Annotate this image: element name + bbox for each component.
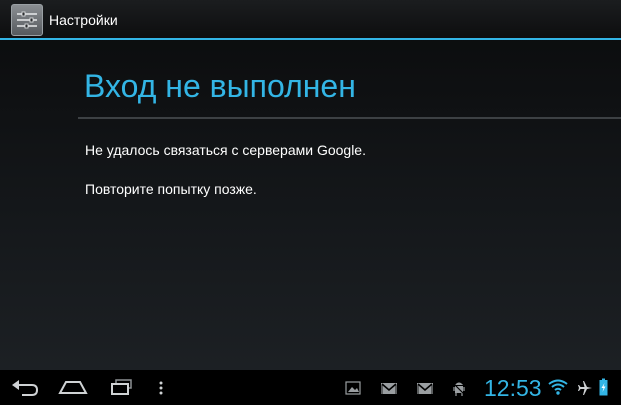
airplane-icon[interactable] xyxy=(577,380,593,396)
status-clock[interactable]: 12:53 xyxy=(484,374,542,402)
menu-icon[interactable] xyxy=(157,380,165,396)
gmail-icon[interactable] xyxy=(416,382,434,395)
battery-icon[interactable] xyxy=(599,378,608,396)
back-icon[interactable] xyxy=(10,377,40,397)
error-message: Не удалось связаться с серверами Google. xyxy=(85,142,366,158)
picture-notification-icon[interactable] xyxy=(345,381,361,395)
app-title[interactable]: Настройки xyxy=(49,12,118,28)
recent-apps-icon[interactable] xyxy=(110,378,134,398)
settings-sliders-icon xyxy=(17,11,37,29)
title-divider xyxy=(78,117,621,119)
system-bar: 12:53 xyxy=(0,370,621,405)
home-icon[interactable] xyxy=(58,379,88,395)
android-debug-icon[interactable] xyxy=(451,379,467,397)
android-screen: Настройки Вход не выполнен Не удалось св… xyxy=(0,0,621,405)
wifi-icon[interactable] xyxy=(548,379,568,395)
action-bar: Настройки xyxy=(0,0,621,40)
settings-app-icon[interactable] xyxy=(11,4,43,36)
page-title: Вход не выполнен xyxy=(84,68,356,104)
retry-message: Повторите попытку позже. xyxy=(85,181,257,197)
gmail-icon[interactable] xyxy=(380,382,398,395)
